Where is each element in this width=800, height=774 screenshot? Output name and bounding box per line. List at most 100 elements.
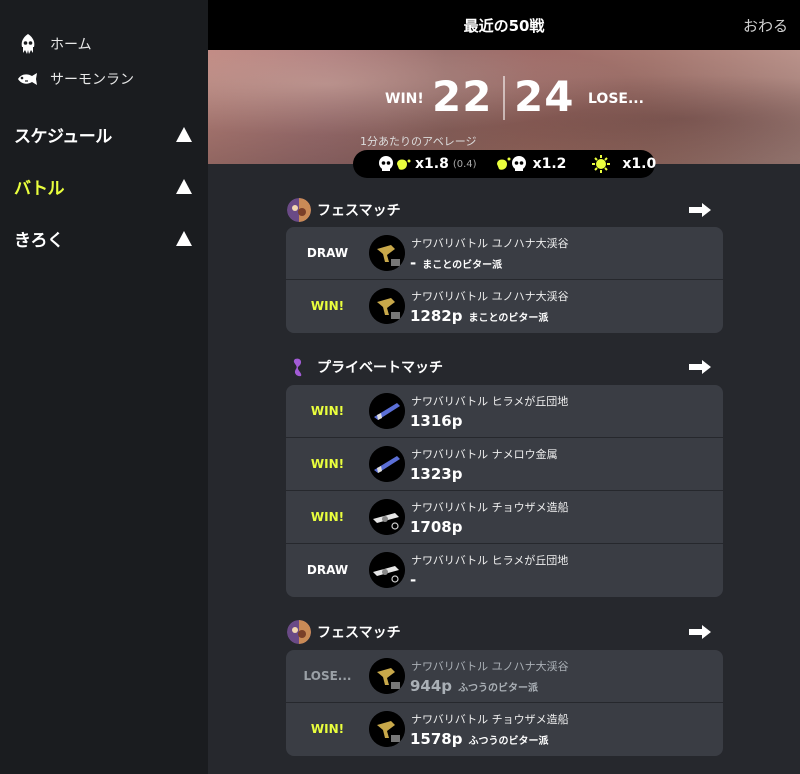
splatfest-icon (287, 620, 311, 644)
sidebar-item-home[interactable]: ホーム (16, 32, 92, 56)
battle-row[interactable]: DRAW ナワバリバトル ヒラメが丘団地 - (286, 544, 723, 597)
sidebar-item-salmon-run[interactable]: サーモンラン (16, 67, 134, 91)
battle-row[interactable]: WIN! ナワバリバトル ナメロウ金属 1323p (286, 438, 723, 491)
battle-mode-stage: ナワバリバトル ヒラメが丘団地 (411, 554, 569, 567)
sidebar-section-label: バトル (14, 178, 65, 199)
summary-banner: WIN! 22 24 LOSE... 1分あたりのアベレージ (208, 50, 800, 164)
average-stats-pill: x1.8 (0.4) x1.2 x1.0 (353, 150, 656, 178)
result-label: DRAW (306, 246, 349, 260)
kills-stat: x1.8 (0.4) (377, 155, 477, 173)
close-button[interactable]: おわる (743, 15, 788, 36)
page-title: 最近の50戦 (463, 17, 545, 35)
sidebar-section-label: スケジュール (14, 126, 112, 147)
group-header[interactable]: プライベートマッチ (287, 354, 711, 380)
sidebar-item-label: サーモンラン (50, 72, 134, 88)
splat-kill-icon (379, 156, 411, 171)
arrow-right-icon[interactable] (689, 360, 711, 374)
points-value: 1316p (410, 412, 463, 430)
collapse-triangle-icon (176, 230, 192, 246)
battle-mode-stage: ナワバリバトル ユノハナ大渓谷 (411, 237, 569, 250)
battle-mode-stage: ナワバリバトル ユノハナ大渓谷 (411, 290, 569, 303)
collapse-triangle-icon (176, 126, 192, 142)
result-label: WIN! (310, 404, 345, 418)
fest-title: ふつうのビター派 (458, 683, 539, 694)
battle-points: - (410, 571, 416, 589)
points-value: 1323p (410, 465, 463, 483)
weapon-icon (369, 446, 405, 482)
points-value: 1708p (410, 518, 463, 536)
result-label: WIN! (310, 510, 345, 524)
battle-row[interactable]: WIN! ナワバリバトル チョウザメ造船 1578p ふつうのビター派 (286, 703, 723, 756)
specials-value: x1.0 (622, 156, 657, 172)
arrow-right-icon[interactable] (689, 625, 711, 639)
specials-stat: x1.0 (584, 155, 656, 173)
battle-mode-stage: ナワバリバトル ナメロウ金属 (411, 448, 558, 461)
win-label: WIN! (385, 91, 424, 107)
collapse-triangle-icon (176, 178, 192, 194)
weapon-icon (369, 393, 405, 429)
points-value: - (410, 254, 417, 272)
weapon-icon (369, 711, 405, 747)
deaths-stat: x1.2 (495, 155, 567, 173)
battle-row[interactable]: WIN! ナワバリバトル ユノハナ大渓谷 1282p まことのビター派 (286, 280, 723, 333)
battle-mode-stage: ナワバリバトル チョウザメ造船 (411, 501, 569, 514)
battle-list: DRAW ナワバリバトル ユノハナ大渓谷 - まことのビター派 WIN! ナワバリ… (286, 227, 723, 333)
group-name: フェスマッチ (317, 203, 401, 219)
result-label: LOSE... (303, 669, 352, 683)
sidebar-item-label: ホーム (50, 37, 92, 53)
sidebar-section-label: きろく (14, 230, 64, 251)
battle-points: 1323p (410, 465, 463, 483)
battle-points: 1316p (410, 412, 463, 430)
battle-row[interactable]: WIN! ナワバリバトル チョウザメ造船 1708p (286, 491, 723, 544)
assists-value: (0.4) (452, 158, 477, 170)
group-header[interactable]: フェスマッチ (287, 619, 711, 645)
battle-row[interactable]: LOSE... ナワバリバトル ユノハナ大渓谷 944p ふつうのビター派 (286, 650, 723, 703)
battle-points: 1578p ふつうのビター派 (410, 730, 549, 748)
sidebar-section-schedule[interactable]: スケジュール (14, 120, 194, 148)
weapon-icon (369, 552, 405, 588)
squid-icon (21, 34, 35, 54)
points-value: 944p (410, 677, 453, 695)
splatted-icon (496, 156, 526, 171)
top-header: 最近の50戦 おわる (208, 0, 800, 50)
kills-value: x1.8 (415, 156, 449, 172)
points-value: 1578p (410, 730, 463, 748)
battle-list: LOSE... ナワバリバトル ユノハナ大渓谷 944p ふつうのビター派 WIN… (286, 650, 723, 756)
group-name: フェスマッチ (317, 625, 401, 641)
result-label: WIN! (310, 722, 345, 736)
divider (503, 76, 505, 120)
weapon-icon (369, 288, 405, 324)
average-label: 1分あたりのアベレージ (360, 135, 477, 148)
battle-mode-stage: ナワバリバトル ユノハナ大渓谷 (411, 660, 569, 673)
arrow-right-icon[interactable] (689, 203, 711, 217)
sidebar: ホーム サーモンラン スケジュール バトル きろく (0, 0, 208, 774)
lose-label: LOSE... (588, 91, 644, 107)
weapon-icon (369, 658, 405, 694)
result-label: WIN! (310, 457, 345, 471)
deaths-value: x1.2 (532, 156, 567, 172)
salmon-icon (18, 73, 37, 85)
battle-row[interactable]: DRAW ナワバリバトル ユノハナ大渓谷 - まことのビター派 (286, 227, 723, 280)
group-name: プライベートマッチ (317, 360, 443, 376)
sidebar-section-battle[interactable]: バトル (14, 172, 194, 200)
lose-count: 24 (514, 72, 575, 121)
battle-points: 1708p (410, 518, 463, 536)
battle-points: 1282p まことのビター派 (410, 307, 548, 325)
result-label: DRAW (306, 563, 349, 577)
group-header[interactable]: フェスマッチ (287, 197, 711, 223)
battle-list: WIN! ナワバリバトル ヒラメが丘団地 1316p WIN! ナワバリバトル … (286, 385, 723, 597)
splatfest-icon (287, 198, 311, 222)
battle-points: - まことのビター派 (410, 254, 502, 272)
weapon-icon (369, 499, 405, 535)
fest-title: まことのビター派 (422, 260, 503, 271)
app-root: ホーム サーモンラン スケジュール バトル きろく 最近の50戦 おわる WIN… (0, 0, 800, 774)
battle-row[interactable]: WIN! ナワバリバトル ヒラメが丘団地 1316p (286, 385, 723, 438)
private-battle-icon (293, 358, 302, 377)
fest-title: まことのビター派 (468, 313, 549, 324)
battle-points: 944p ふつうのビター派 (410, 677, 538, 695)
weapon-icon (369, 235, 405, 271)
win-count: 22 (432, 72, 493, 121)
points-value: 1282p (410, 307, 463, 325)
sidebar-section-records[interactable]: きろく (14, 224, 194, 252)
fest-title: ふつうのビター派 (468, 736, 549, 747)
